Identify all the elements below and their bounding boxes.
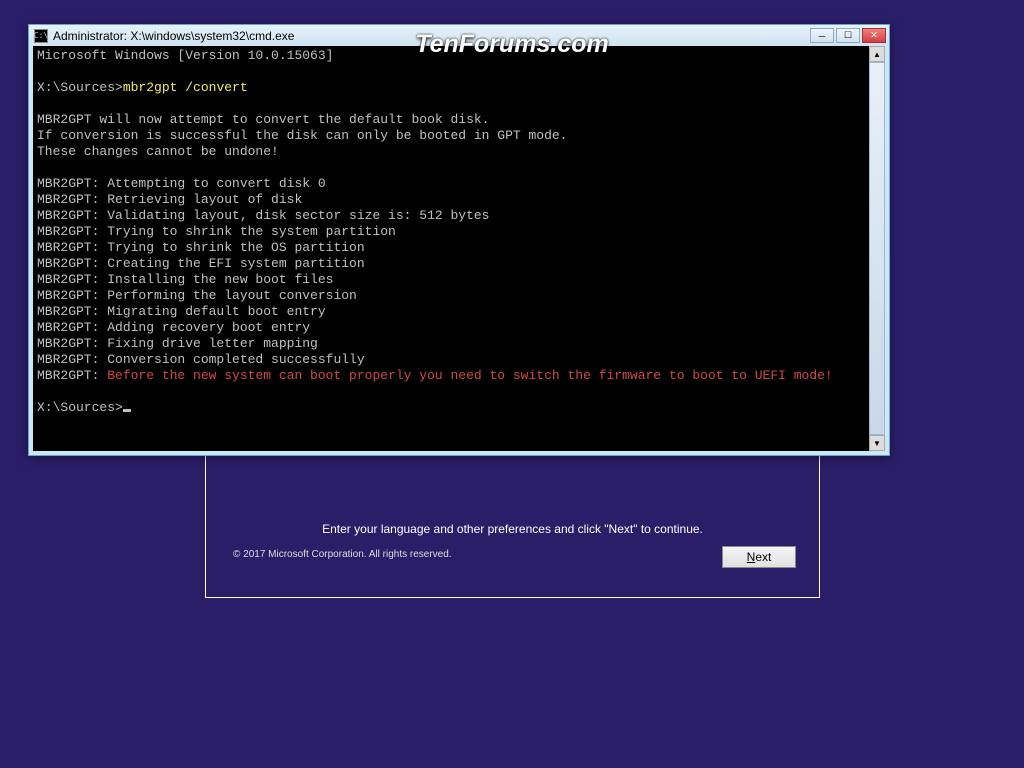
minimize-button[interactable]: ─ — [810, 28, 834, 43]
output-line: MBR2GPT: Trying to shrink the OS partiti… — [37, 240, 881, 256]
setup-instruction-text: Enter your language and other preference… — [229, 522, 796, 536]
output-line: MBR2GPT: Migrating default boot entry — [37, 304, 881, 320]
maximize-button[interactable]: ☐ — [836, 28, 860, 43]
output-line: MBR2GPT: Conversion completed successful… — [37, 352, 881, 368]
output-line: MBR2GPT will now attempt to convert the … — [37, 112, 881, 128]
prompt-line-1: X:\Sources>mbr2gpt /convert — [37, 80, 881, 96]
output-line: MBR2GPT: Adding recovery boot entry — [37, 320, 881, 336]
warn-text: Before the new system can boot properly … — [107, 368, 833, 383]
output-line: MBR2GPT: Installing the new boot files — [37, 272, 881, 288]
version-line: Microsoft Windows [Version 10.0.15063] — [37, 48, 881, 64]
setup-content: Enter your language and other preference… — [209, 504, 816, 594]
output-line: MBR2GPT: Attempting to convert disk 0 — [37, 176, 881, 192]
output-line: These changes cannot be undone! — [37, 144, 881, 160]
vertical-scrollbar[interactable]: ▲ ▼ — [869, 46, 885, 451]
warning-line: MBR2GPT: Before the new system can boot … — [37, 368, 881, 384]
output-line: MBR2GPT: Validating layout, disk sector … — [37, 208, 881, 224]
blank-line — [37, 64, 881, 80]
scroll-thumb[interactable] — [869, 62, 885, 435]
cmd-icon: C:\ — [34, 29, 48, 43]
window-buttons: ─ ☐ ✕ — [810, 28, 886, 43]
output-line: If conversion is successful the disk can… — [37, 128, 881, 144]
window-title: Administrator: X:\windows\system32\cmd.e… — [53, 29, 810, 43]
next-button[interactable]: Next — [722, 546, 796, 568]
titlebar[interactable]: C:\ Administrator: X:\windows\system32\c… — [29, 25, 889, 46]
close-button[interactable]: ✕ — [862, 28, 886, 43]
next-button-rest: ext — [755, 550, 771, 564]
output-line — [37, 96, 881, 112]
output-line: MBR2GPT: Fixing drive letter mapping — [37, 336, 881, 352]
output-line — [37, 160, 881, 176]
entered-command: mbr2gpt /convert — [123, 80, 248, 95]
scroll-up-button[interactable]: ▲ — [869, 46, 885, 62]
copyright-text: © 2017 Microsoft Corporation. All rights… — [233, 549, 452, 560]
prompt-1: X:\Sources> — [37, 80, 123, 95]
output-line: MBR2GPT: Creating the EFI system partiti… — [37, 256, 881, 272]
output-line: MBR2GPT: Performing the layout conversio… — [37, 288, 881, 304]
warn-prefix: MBR2GPT: — [37, 368, 107, 383]
prompt-2: X:\Sources> — [37, 400, 123, 415]
blank-line — [37, 384, 881, 400]
output-line: MBR2GPT: Retrieving layout of disk — [37, 192, 881, 208]
prompt-line-2: X:\Sources> — [37, 400, 881, 416]
cursor — [123, 409, 131, 412]
output-line: MBR2GPT: Trying to shrink the system par… — [37, 224, 881, 240]
cmd-window: C:\ Administrator: X:\windows\system32\c… — [28, 24, 890, 456]
scroll-down-button[interactable]: ▼ — [869, 435, 885, 451]
cmd-output[interactable]: Microsoft Windows [Version 10.0.15063] X… — [33, 46, 885, 451]
